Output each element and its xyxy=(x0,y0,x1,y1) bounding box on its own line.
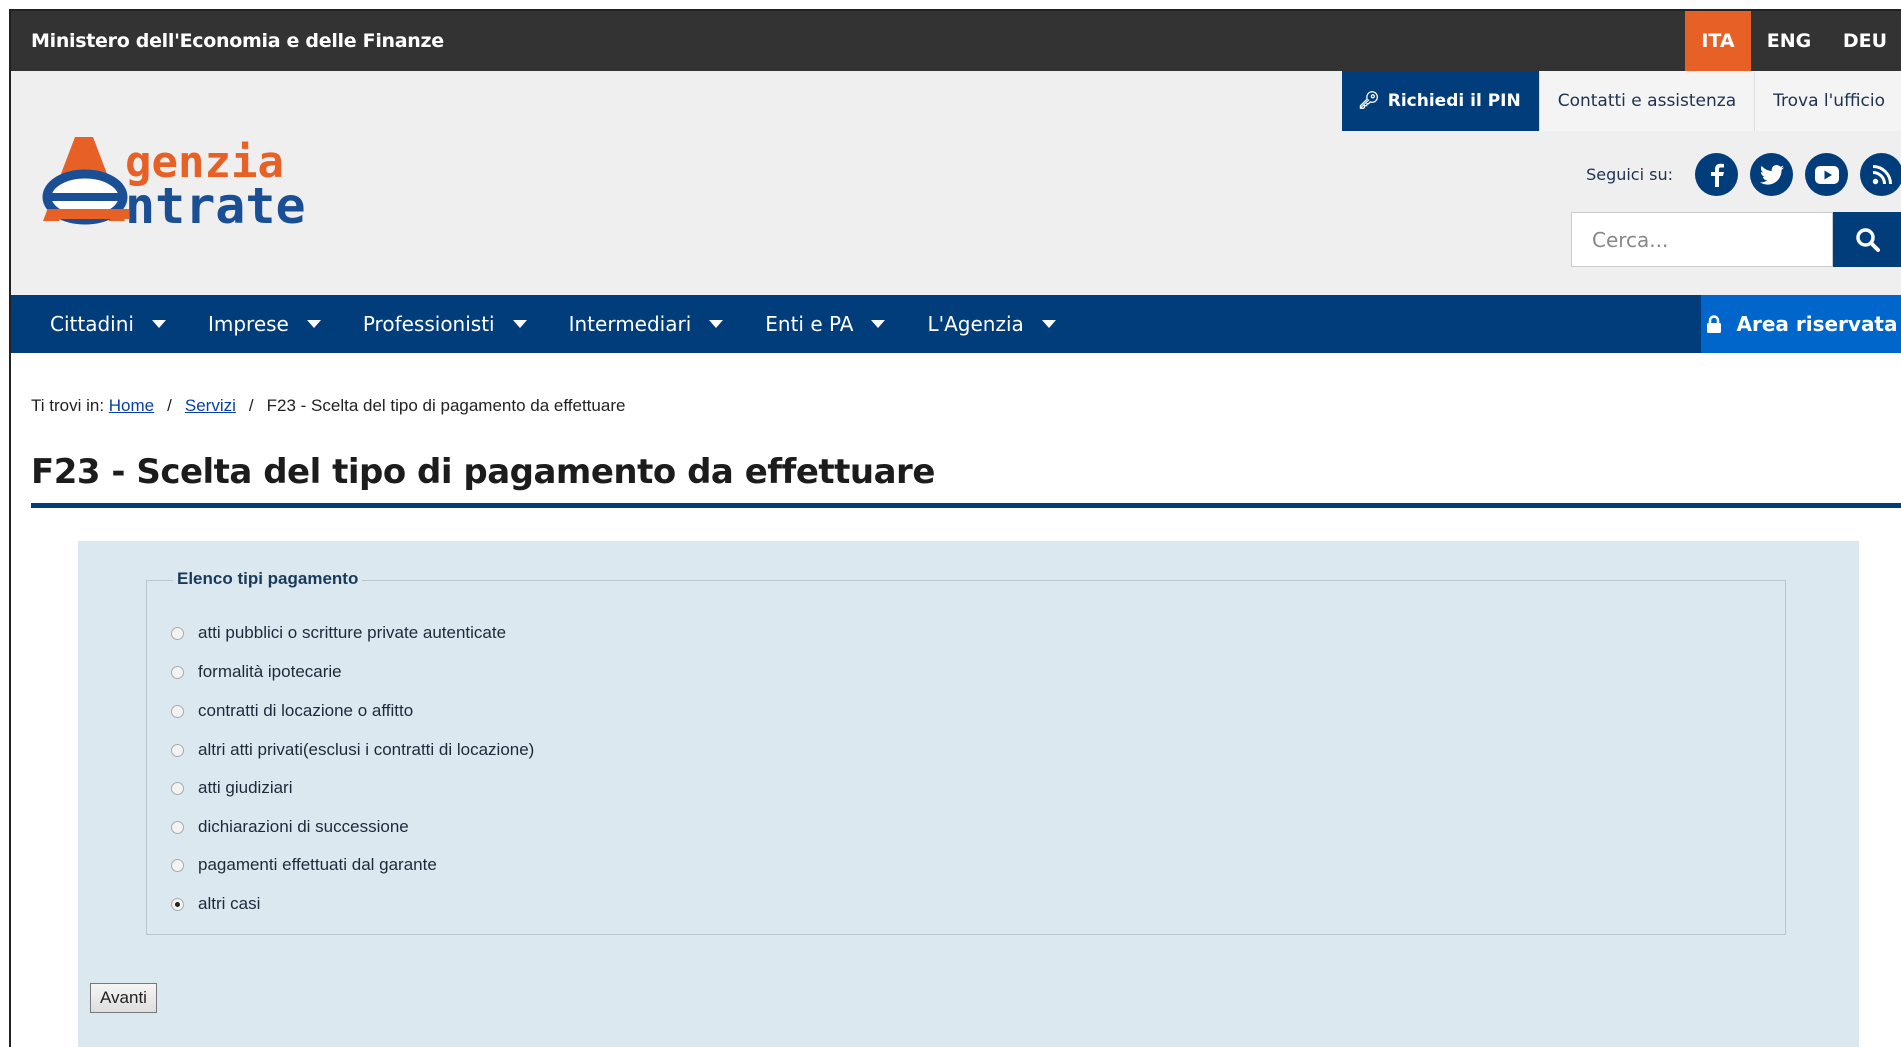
payment-option-atti-pubblici[interactable]: atti pubblici o scritture private autent… xyxy=(171,623,506,643)
option-label: atti pubblici o scritture private autent… xyxy=(198,623,507,642)
nav-label: Cittadini xyxy=(50,312,134,336)
rss-icon[interactable] xyxy=(1860,153,1901,196)
reserved-area-button[interactable]: Area riservata xyxy=(1701,295,1901,353)
breadcrumb-current: F23 - Scelta del tipo di pagamento da ef… xyxy=(266,396,626,415)
breadcrumb-prefix: Ti trovi in: xyxy=(31,396,105,415)
payment-option-successione[interactable]: dichiarazioni di successione xyxy=(171,817,409,837)
option-label: atti giudiziari xyxy=(198,778,293,797)
request-pin-button[interactable]: 🔑︎ Richiedi il PIN xyxy=(1342,71,1539,131)
page-title: F23 - Scelta del tipo di pagamento da ef… xyxy=(31,452,935,492)
lock-icon xyxy=(1707,315,1722,333)
nav-item-intermediari[interactable]: Intermediari xyxy=(548,295,745,353)
option-label: formalità ipotecarie xyxy=(198,662,342,681)
social-links: Seguici su: xyxy=(1586,153,1901,196)
option-label: altri casi xyxy=(198,894,261,913)
twitter-icon[interactable] xyxy=(1750,153,1793,196)
facebook-icon[interactable] xyxy=(1695,153,1738,196)
radio-button[interactable] xyxy=(171,858,184,872)
main-nav: Cittadini Imprese Professionisti Interme… xyxy=(11,295,1901,353)
option-label: pagamenti effettuati dal garante xyxy=(198,855,437,874)
option-label: altri atti privati(esclusi i contratti d… xyxy=(198,740,535,759)
top-bar: Ministero dell'Economia e delle Finanze … xyxy=(11,11,1901,71)
payment-panel: Elenco tipi pagamento atti pubblici o sc… xyxy=(78,541,1859,1047)
nav-label: Intermediari xyxy=(568,312,692,336)
breadcrumb-servizi-link[interactable]: Servizi xyxy=(185,396,236,415)
radio-button[interactable] xyxy=(171,704,184,718)
lang-deu[interactable]: DEU xyxy=(1827,11,1901,71)
fieldset-legend: Elenco tipi pagamento xyxy=(173,569,363,589)
payment-option-formalita[interactable]: formalità ipotecarie xyxy=(171,662,342,682)
caret-down-icon xyxy=(306,320,321,328)
option-label: contratti di locazione o affitto xyxy=(198,701,414,720)
payment-option-altri-atti-privati[interactable]: altri atti privati(esclusi i contratti d… xyxy=(171,740,534,760)
radio-button[interactable] xyxy=(171,665,184,679)
payment-option-atti-giudiziari[interactable]: atti giudiziari xyxy=(171,778,293,798)
search-box xyxy=(1571,212,1901,267)
header-links: 🔑︎ Richiedi il PIN Contatti e assistenza … xyxy=(1342,71,1901,131)
search-icon xyxy=(1856,227,1880,252)
radio-button-selected[interactable] xyxy=(171,897,184,911)
page-frame: Ministero dell'Economia e delle Finanze … xyxy=(9,9,1901,1047)
radio-button[interactable] xyxy=(171,820,184,834)
nav-item-agenzia[interactable]: L'Agenzia xyxy=(906,295,1076,353)
lang-ita[interactable]: ITA xyxy=(1685,11,1751,71)
caret-down-icon xyxy=(512,320,527,328)
payment-type-fieldset: Elenco tipi pagamento atti pubblici o sc… xyxy=(146,569,1786,935)
breadcrumb-home-link[interactable]: Home xyxy=(109,396,154,415)
payment-option-locazione[interactable]: contratti di locazione o affitto xyxy=(171,701,413,721)
title-divider xyxy=(31,503,1901,508)
nav-item-cittadini[interactable]: Cittadini xyxy=(29,295,187,353)
payment-option-altri-casi[interactable]: altri casi xyxy=(171,894,260,914)
reserved-area-label: Area riservata xyxy=(1736,312,1898,336)
nav-item-professionisti[interactable]: Professionisti xyxy=(342,295,548,353)
caret-down-icon xyxy=(1041,320,1056,328)
youtube-icon[interactable] xyxy=(1805,153,1848,196)
radio-button[interactable] xyxy=(171,781,184,795)
breadcrumb-separator: / xyxy=(248,396,254,415)
find-office-link[interactable]: Trova l'ufficio xyxy=(1754,71,1901,131)
nav-item-imprese[interactable]: Imprese xyxy=(187,295,342,353)
caret-down-icon xyxy=(709,320,724,328)
agenzia-entrate-logo[interactable]: genzia ntrate xyxy=(29,131,349,236)
site-header: genzia ntrate 🔑︎ Richiedi il PIN Contatti… xyxy=(11,71,1901,295)
request-pin-label: Richiedi il PIN xyxy=(1387,91,1521,111)
logo-text-entrate: ntrate xyxy=(125,177,306,231)
breadcrumb-separator: / xyxy=(167,396,172,415)
nav-label: L'Agenzia xyxy=(927,312,1024,336)
key-icon: 🔑︎ xyxy=(1358,91,1380,111)
contacts-link[interactable]: Contatti e assistenza xyxy=(1538,71,1755,131)
radio-button[interactable] xyxy=(171,743,184,757)
ministry-label: Ministero dell'Economia e delle Finanze xyxy=(31,30,444,52)
nav-label: Enti e PA xyxy=(765,312,854,336)
nav-item-enti-pa[interactable]: Enti e PA xyxy=(744,295,906,353)
nav-label: Professionisti xyxy=(362,312,495,336)
next-button[interactable]: Avanti xyxy=(90,983,157,1013)
breadcrumb: Ti trovi in: Home / Servizi / F23 - Scelta d… xyxy=(31,396,625,416)
radio-button[interactable] xyxy=(171,626,184,640)
search-button[interactable] xyxy=(1833,212,1901,267)
lang-eng[interactable]: ENG xyxy=(1751,11,1827,71)
payment-option-garante[interactable]: pagamenti effettuati dal garante xyxy=(171,855,437,875)
nav-label: Imprese xyxy=(207,312,289,336)
follow-label: Seguici su: xyxy=(1586,165,1673,184)
caret-down-icon xyxy=(871,320,886,328)
caret-down-icon xyxy=(151,320,166,328)
search-input[interactable] xyxy=(1571,212,1833,267)
option-label: dichiarazioni di successione xyxy=(198,817,409,836)
language-switcher: ITA ENG DEU xyxy=(1685,11,1901,71)
